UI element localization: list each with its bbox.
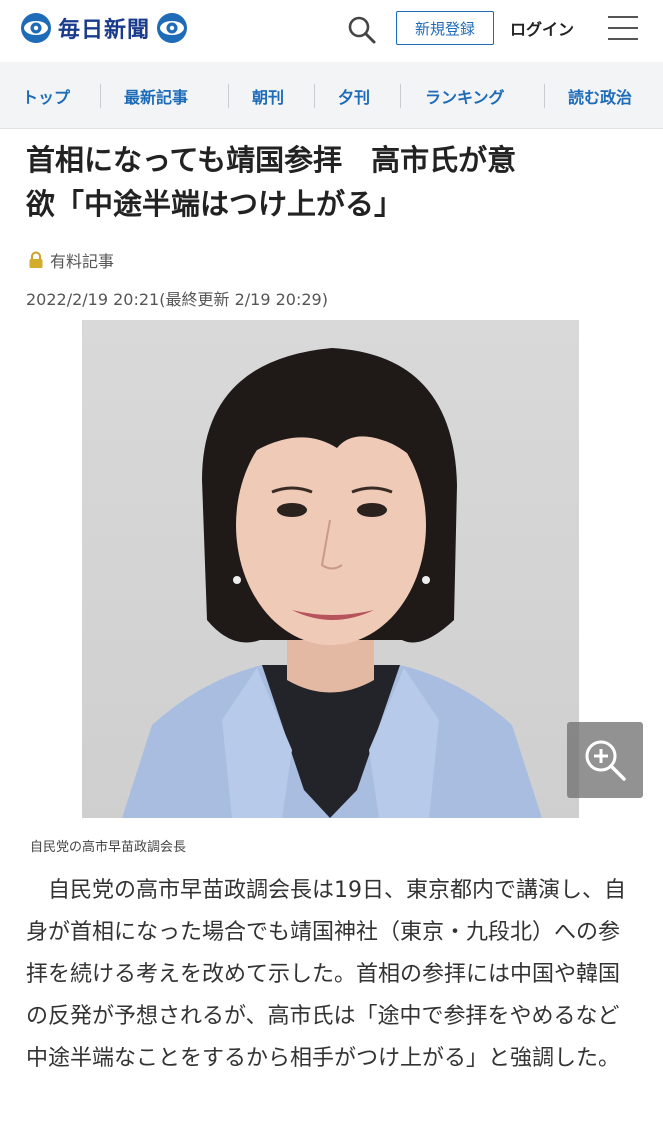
login-link[interactable]: ログイン [510,14,574,42]
search-icon [348,16,376,44]
nav-item-politics[interactable]: 読む政治 [568,82,632,110]
paid-label: 有料記事 [50,252,115,271]
site-logo[interactable]: 毎日新聞 [20,10,188,46]
nav-divider [400,84,401,108]
zoom-in-icon [585,740,626,781]
publish-date: 2022/2/19 20:21(最終更新 2/19 20:29) [26,290,328,309]
photo-caption: 自民党の高市早苗政調会長 [30,840,187,855]
nav-divider [100,84,101,108]
article-headline: 首相になっても靖国参拝 高市氏が意 欲「中途半端はつけ上がる」 [26,138,638,226]
portrait-illustration [82,320,579,818]
nav-divider [228,84,229,108]
nav-divider [314,84,315,108]
nav-item-ranking[interactable]: ランキング [425,82,505,110]
site-header: 毎日新聞 新規登録 ログイン [0,0,663,63]
category-nav: トップ 最新記事 朝刊 夕刊 ランキング 読む政治 [0,62,663,129]
search-button[interactable] [344,12,380,48]
logo-text: 毎日新聞 [58,17,151,43]
mainichi-logo-icon [21,13,51,43]
headline-line-2: 欲「中途半端はつけ上がる」 [26,187,404,221]
paid-article-badge: 有料記事 [28,248,114,272]
signup-button[interactable]: 新規登録 [396,11,494,45]
nav-item-top[interactable]: トップ [22,82,70,110]
mainichi-logo-icon [157,13,188,43]
zoom-button[interactable] [567,722,643,798]
nav-divider [544,84,545,108]
article-photo[interactable] [82,320,579,818]
nav-item-evening[interactable]: 夕刊 [338,82,370,110]
nav-item-latest[interactable]: 最新記事 [124,82,188,110]
hamburger-menu-icon[interactable] [606,14,640,42]
headline-line-1: 首相になっても靖国参拝 高市氏が意 [26,143,517,177]
lock-icon [29,251,43,268]
nav-item-morning[interactable]: 朝刊 [252,82,284,110]
article-body: 自民党の高市早苗政調会長は19日、東京都内で講演し、自身が首相になった場合でも靖… [26,878,626,1071]
